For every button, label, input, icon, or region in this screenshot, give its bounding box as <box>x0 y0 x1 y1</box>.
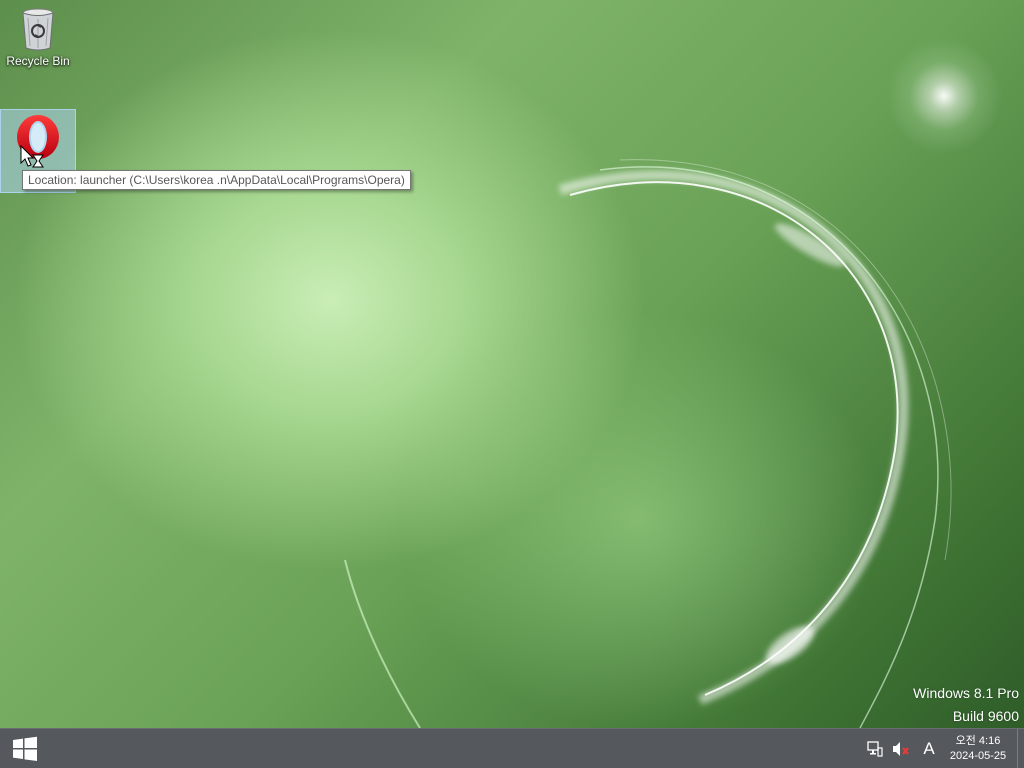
clock-date: 2024-05-25 <box>949 749 1007 762</box>
recycle-bin-label: Recycle Bin <box>6 54 70 68</box>
taskbar: A 오전 4:16 2024-05-25 <box>0 728 1024 768</box>
location-tooltip: Location: launcher (C:\Users\korea .n\Ap… <box>22 170 411 190</box>
start-button[interactable] <box>0 729 50 768</box>
show-desktop-button[interactable] <box>1017 729 1024 768</box>
windows-watermark: Windows 8.1 Pro Build 9600 <box>913 682 1019 728</box>
network-icon[interactable] <box>863 737 887 761</box>
clock[interactable]: 오전 4:16 2024-05-25 <box>943 734 1013 764</box>
watermark-edition: Windows 8.1 Pro <box>913 685 1019 701</box>
recycle-bin-icon <box>22 8 54 51</box>
ime-indicator[interactable]: A <box>915 739 943 759</box>
watermark-build: Build 9600 <box>952 708 1019 724</box>
windows-logo-icon <box>13 736 37 761</box>
wallpaper-swirl <box>344 159 952 728</box>
system-tray: A 오전 4:16 2024-05-25 <box>863 729 1024 768</box>
desktop[interactable]: Recycle Bin Location: launcher (C:\Users… <box>0 0 1024 728</box>
recycle-bin-desktop-icon[interactable]: Recycle Bin <box>0 4 76 74</box>
busy-cursor-icon <box>20 145 44 168</box>
volume-muted-icon[interactable] <box>889 737 913 761</box>
clock-time: 오전 4:16 <box>955 734 1001 747</box>
